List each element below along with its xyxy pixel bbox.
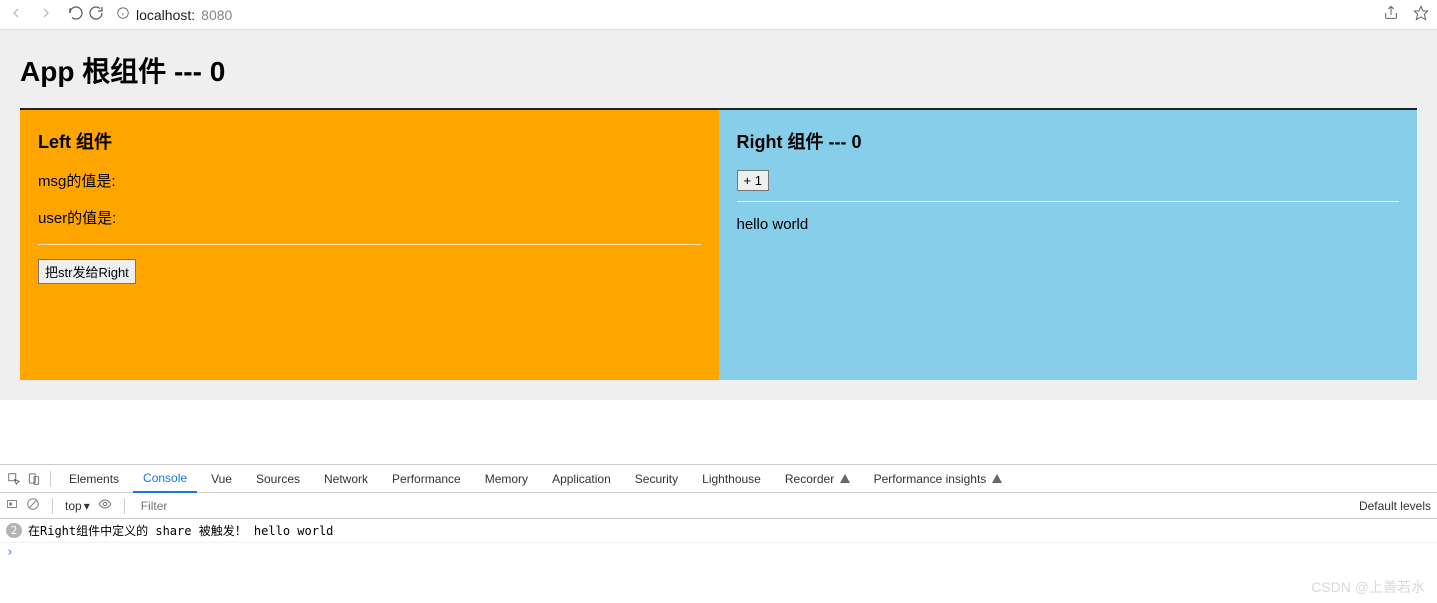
- inspect-icon[interactable]: [6, 471, 22, 487]
- reload-button[interactable]: [68, 5, 84, 24]
- tab-application[interactable]: Application: [542, 466, 621, 492]
- context-label: top: [65, 499, 82, 513]
- separator: [52, 498, 53, 514]
- tab-lighthouse[interactable]: Lighthouse: [692, 466, 771, 492]
- right-divider: [737, 201, 1400, 202]
- tab-network[interactable]: Network: [314, 466, 378, 492]
- tab-performance[interactable]: Performance: [382, 466, 471, 492]
- log-count-badge: 2: [6, 523, 22, 538]
- console-toolbar: top ▾ Default levels: [0, 493, 1437, 519]
- left-divider: [38, 244, 701, 245]
- forward-button[interactable]: [38, 5, 54, 24]
- filter-input[interactable]: [137, 497, 1351, 515]
- separator: [50, 471, 51, 487]
- app-title: App 根组件 --- 0: [20, 50, 1417, 90]
- separator: [124, 498, 125, 514]
- left-title: Left 组件: [38, 128, 701, 154]
- live-expression-icon[interactable]: [98, 497, 112, 514]
- right-text: hello world: [737, 216, 1400, 233]
- left-user-line: user的值是:: [38, 207, 701, 228]
- console-log-line: 2 在Right组件中定义的 share 被触发！ hello world: [0, 519, 1437, 543]
- flask-icon: [840, 474, 850, 483]
- share-icon[interactable]: [1383, 5, 1399, 24]
- tab-recorder[interactable]: Recorder: [775, 466, 860, 492]
- left-panel: Left 组件 msg的值是: user的值是: 把str发给Right: [20, 110, 719, 380]
- devtools: Elements Console Vue Sources Network Per…: [0, 464, 1437, 562]
- browser-toolbar: localhost: 8080: [0, 0, 1437, 30]
- tab-security[interactable]: Security: [625, 466, 688, 492]
- tab-insights-label: Performance insights: [874, 472, 987, 486]
- star-icon[interactable]: [1413, 5, 1429, 24]
- nav-buttons: [8, 5, 84, 24]
- chevron-down-icon: ▾: [84, 499, 90, 513]
- send-str-button[interactable]: 把str发给Right: [38, 259, 136, 284]
- page-content: App 根组件 --- 0 Left 组件 msg的值是: user的值是: 把…: [0, 30, 1437, 400]
- tab-elements[interactable]: Elements: [59, 466, 129, 492]
- browser-actions: [1383, 5, 1429, 24]
- back-button[interactable]: [8, 5, 24, 24]
- right-title: Right 组件 --- 0: [737, 128, 1400, 154]
- url-host: localhost:: [136, 7, 195, 23]
- clear-console-icon[interactable]: [26, 497, 40, 514]
- watermark: CSDN @上善若水: [1311, 577, 1425, 597]
- info-icon: [116, 6, 130, 23]
- console-prompt[interactable]: ›: [0, 543, 1437, 562]
- tab-recorder-label: Recorder: [785, 472, 834, 486]
- tab-memory[interactable]: Memory: [475, 466, 538, 492]
- log-text: 在Right组件中定义的 share 被触发！ hello world: [28, 522, 333, 539]
- tab-sources[interactable]: Sources: [246, 466, 310, 492]
- devtools-tabs: Elements Console Vue Sources Network Per…: [0, 465, 1437, 493]
- tab-console[interactable]: Console: [133, 465, 197, 493]
- toggle-sidebar-icon[interactable]: [6, 498, 18, 513]
- left-msg-line: msg的值是:: [38, 170, 701, 191]
- log-levels[interactable]: Default levels: [1359, 499, 1431, 513]
- context-selector[interactable]: top ▾: [65, 499, 90, 513]
- tab-vue[interactable]: Vue: [201, 466, 242, 492]
- right-panel: Right 组件 --- 0 + 1 hello world: [719, 110, 1418, 380]
- flask-icon: [992, 474, 1002, 483]
- url-port: 8080: [201, 7, 232, 23]
- panels-row: Left 组件 msg的值是: user的值是: 把str发给Right Rig…: [20, 110, 1417, 380]
- device-icon[interactable]: [26, 471, 42, 487]
- address-bar[interactable]: localhost: 8080: [116, 6, 1371, 23]
- increment-button[interactable]: + 1: [737, 170, 769, 191]
- tab-insights[interactable]: Performance insights: [864, 466, 1012, 492]
- reload-icon[interactable]: [88, 5, 104, 24]
